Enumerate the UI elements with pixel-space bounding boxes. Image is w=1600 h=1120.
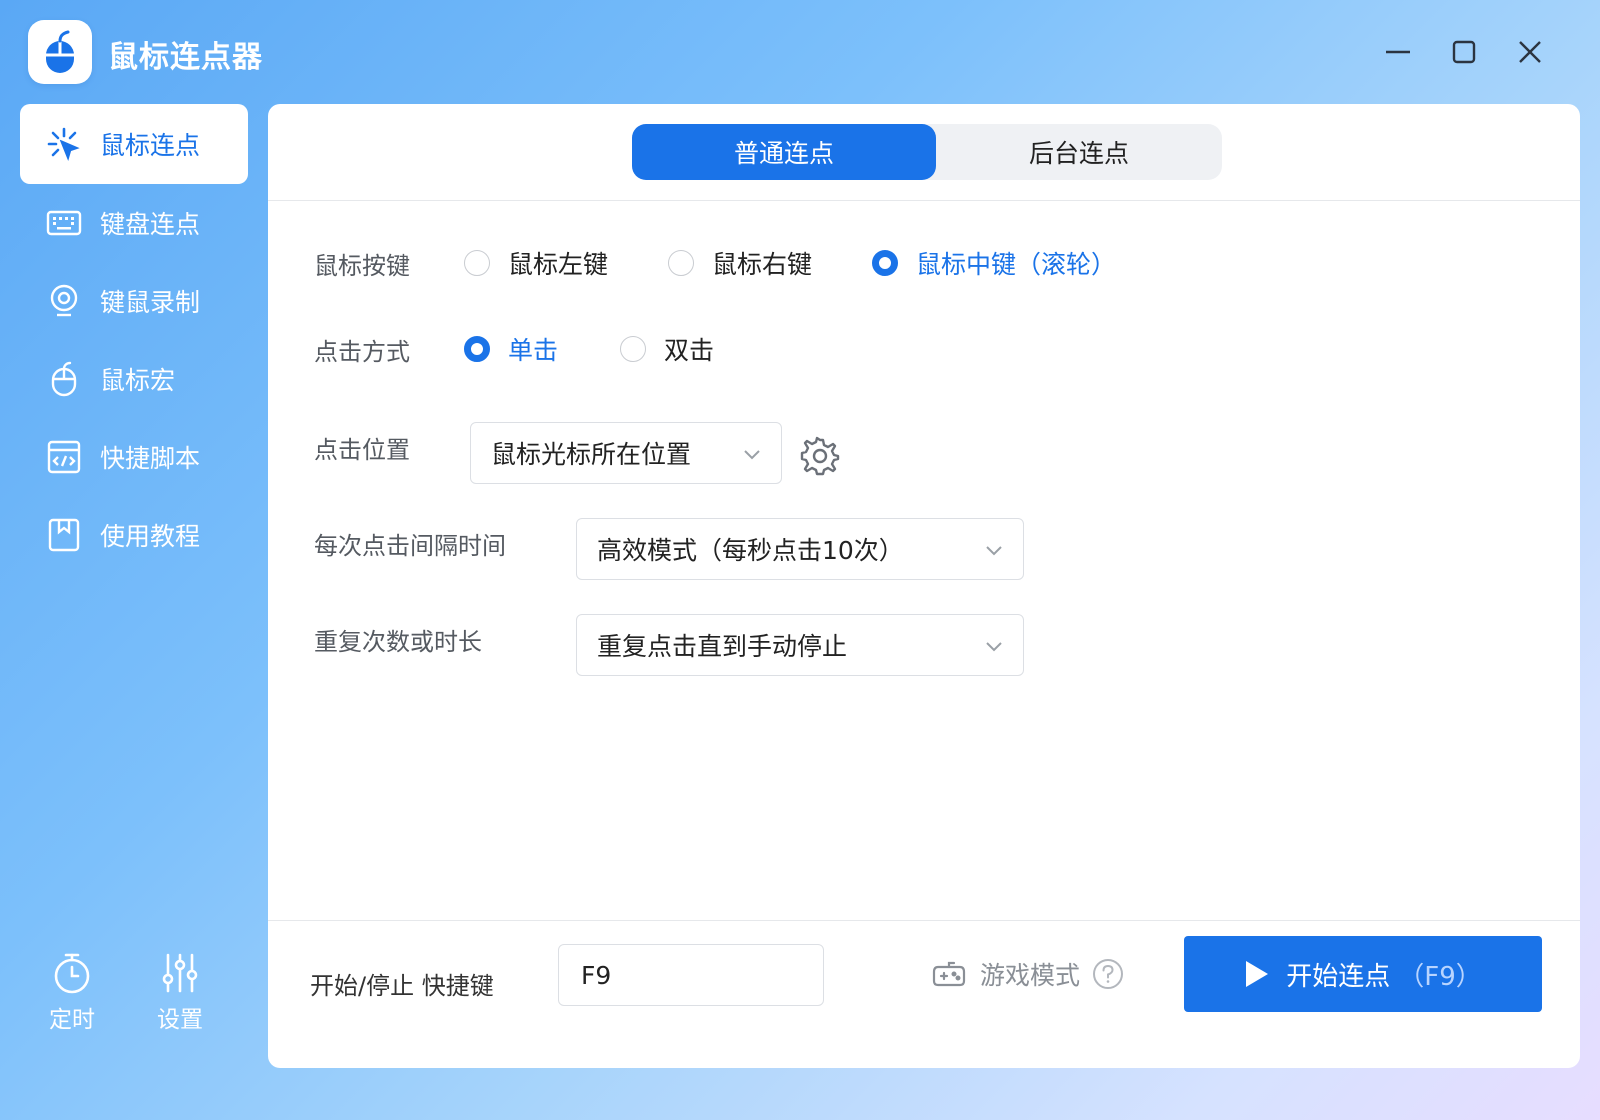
radio-double-click[interactable]: 双击 (620, 331, 714, 367)
repeat-select[interactable]: 重复点击直到手动停止 (576, 614, 1024, 676)
sidebar-item-label: 键盘连点 (100, 210, 201, 239)
webcam-record-icon (46, 283, 82, 319)
select-value: 高效模式（每秒点击10次） (597, 536, 904, 565)
settings-label: 设置 (157, 1007, 203, 1033)
minimize-icon (1386, 50, 1410, 54)
click-position-label: 点击位置 (314, 436, 410, 464)
radio-label: 鼠标中键（滚轮） (916, 250, 1117, 279)
app-title: 鼠标连点器 (108, 40, 263, 75)
radio-right-button[interactable]: 鼠标右键 (668, 245, 812, 281)
sidebar-item-record[interactable]: 键鼠录制 (20, 262, 248, 340)
maximize-icon (1452, 40, 1476, 64)
position-settings-button[interactable] (800, 436, 840, 476)
chevron-down-icon (986, 642, 1002, 652)
sidebar-item-label: 快捷脚本 (100, 444, 201, 473)
minimize-button[interactable] (1376, 30, 1420, 74)
interval-select[interactable]: 高效模式（每秒点击10次） (576, 518, 1024, 580)
gamepad-icon (932, 961, 966, 987)
keyboard-icon (46, 205, 82, 241)
sidebar-item-label: 键鼠录制 (100, 288, 201, 317)
interval-label: 每次点击间隔时间 (314, 532, 506, 560)
chevron-down-icon (986, 546, 1002, 556)
radio-dot (872, 250, 899, 276)
sidebar-bottom: 定时 设置 (40, 950, 212, 1034)
main-panel: 普通连点 后台连点 鼠标按键 鼠标左键 鼠标右键 鼠标中键（滚轮） 点击方式 单… (268, 104, 1580, 1068)
timer-label: 定时 (49, 1007, 95, 1033)
hotkey-input[interactable]: F9 (558, 944, 824, 1006)
footer-divider (268, 920, 1580, 921)
radio-left-button[interactable]: 鼠标左键 (464, 245, 608, 281)
sidebar: 鼠标连点 键盘连点 键鼠录制 鼠标宏 快捷脚本 使用教程 (20, 104, 248, 574)
radio-dot (668, 250, 695, 276)
click-type-row: 点击方式 单击 双击 (314, 331, 714, 367)
sliders-icon (159, 950, 201, 996)
mouse-click-icon (46, 126, 82, 162)
mouse-icon (46, 361, 82, 397)
game-mode-label: 游戏模式 (980, 961, 1081, 990)
start-button[interactable]: 开始连点 （F9） (1184, 936, 1542, 1012)
chevron-down-icon (744, 450, 760, 460)
bookmark-icon (46, 517, 82, 553)
radio-dot (464, 250, 490, 276)
app-window: 鼠标连点器 鼠标连点 键盘连点 键鼠录制 鼠标宏 快捷脚本 使用教程 定时 设置… (0, 0, 1600, 1120)
sidebar-item-mouse-click[interactable]: 鼠标连点 (20, 104, 248, 184)
mouse-button-row: 鼠标按键 鼠标左键 鼠标右键 鼠标中键（滚轮） (314, 245, 1116, 281)
tab-normal-click[interactable]: 普通连点 (632, 124, 936, 180)
game-mode-toggle[interactable]: 游戏模式 (932, 956, 1124, 992)
tab-background-click[interactable]: 后台连点 (936, 124, 1222, 180)
timer-button[interactable]: 定时 (40, 950, 104, 1034)
hotkey-label: 开始/停止 快捷键 (310, 972, 494, 1000)
radio-dot (620, 336, 647, 362)
select-value: 重复点击直到手动停止 (597, 632, 848, 661)
radio-label: 单击 (508, 336, 559, 365)
sidebar-item-script[interactable]: 快捷脚本 (20, 418, 248, 496)
radio-label: 鼠标左键 (508, 250, 609, 279)
maximize-button[interactable] (1442, 30, 1486, 74)
script-icon (46, 439, 82, 475)
sidebar-item-label: 鼠标连点 (100, 131, 201, 160)
radio-middle-button[interactable]: 鼠标中键（滚轮） (872, 245, 1116, 281)
app-logo (28, 20, 92, 84)
sidebar-item-keyboard-click[interactable]: 键盘连点 (20, 184, 248, 262)
play-icon (1246, 961, 1269, 987)
click-position-select[interactable]: 鼠标光标所在位置 (470, 422, 782, 484)
mouse-button-label: 鼠标按键 (314, 251, 410, 280)
divider (268, 200, 1580, 201)
start-key-hint: （F9） (1398, 961, 1482, 992)
hotkey-value: F9 (581, 960, 612, 990)
start-label: 开始连点 (1286, 961, 1391, 992)
sidebar-item-label: 鼠标宏 (100, 366, 176, 395)
close-icon (1519, 41, 1541, 63)
timer-icon (51, 950, 93, 996)
radio-label: 鼠标右键 (712, 250, 813, 279)
repeat-label: 重复次数或时长 (314, 628, 482, 656)
settings-button[interactable]: 设置 (148, 950, 212, 1034)
radio-single-click[interactable]: 单击 (464, 331, 558, 367)
sidebar-item-tutorial[interactable]: 使用教程 (20, 496, 248, 574)
click-type-label: 点击方式 (314, 337, 410, 366)
sidebar-item-mouse-macro[interactable]: 鼠标宏 (20, 340, 248, 418)
mode-tabs: 普通连点 后台连点 (632, 124, 1222, 180)
gear-icon (800, 436, 840, 476)
radio-dot (464, 336, 490, 362)
radio-label: 双击 (664, 336, 715, 365)
sidebar-item-label: 使用教程 (100, 522, 201, 551)
mouse-logo-icon (46, 30, 74, 73)
close-button[interactable] (1508, 30, 1552, 74)
help-icon (1093, 959, 1124, 989)
select-value: 鼠标光标所在位置 (491, 440, 692, 469)
